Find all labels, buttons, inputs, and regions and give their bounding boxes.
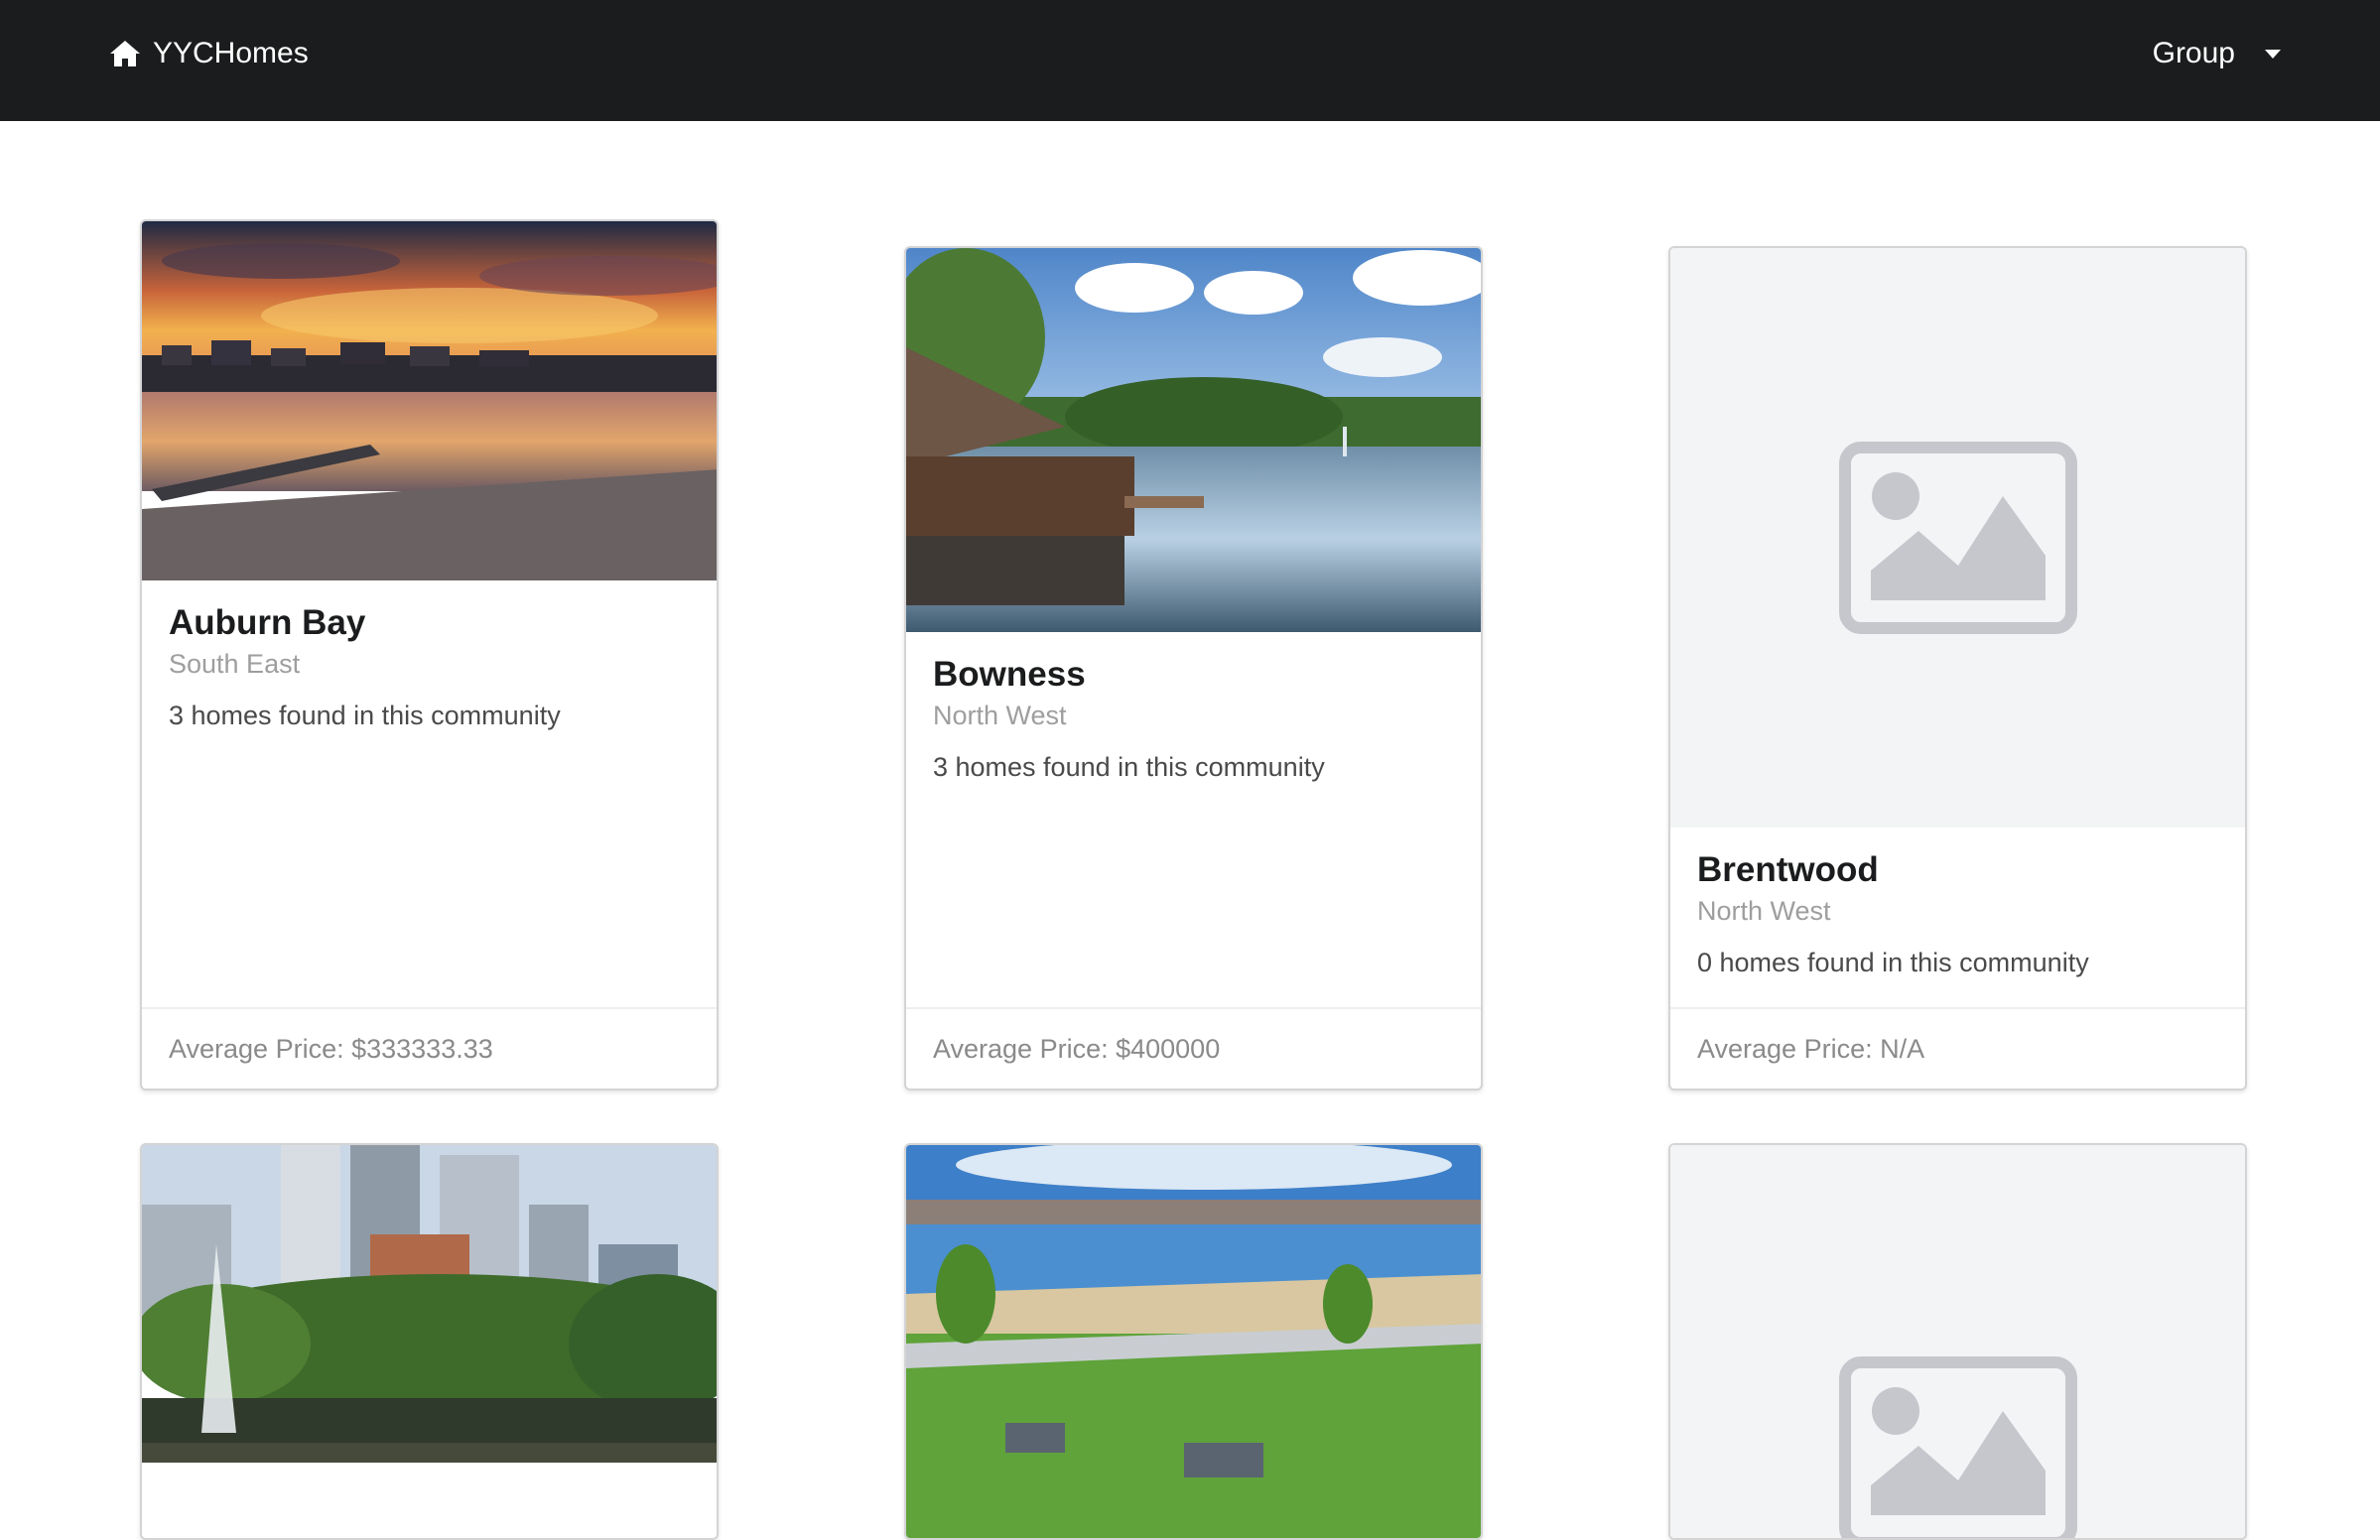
community-image — [142, 1145, 717, 1463]
lake-sunset-photo — [142, 221, 717, 580]
community-name: Brentwood — [1697, 850, 1879, 889]
community-card-5[interactable] — [904, 1143, 1483, 1540]
community-quadrant: North West — [1697, 896, 1831, 926]
average-price: Average Price: $400000 — [906, 1007, 1481, 1089]
community-image — [906, 248, 1481, 632]
community-card-4[interactable] — [140, 1143, 719, 1540]
community-homes-count: 0 homes found in this community — [1697, 948, 2089, 977]
image-placeholder-icon — [1838, 1356, 2077, 1538]
caret-down-icon — [2265, 49, 2281, 59]
community-card-brentwood[interactable]: Brentwood North West 0 homes found in th… — [1668, 246, 2247, 1091]
lagoon-pavilion-photo — [906, 248, 1481, 632]
community-card-bowness[interactable]: Bowness North West 3 homes found in this… — [904, 246, 1483, 1091]
brand-label: YYCHomes — [153, 37, 309, 69]
community-homes-count: 3 homes found in this community — [169, 701, 561, 730]
community-quadrant: South East — [169, 649, 301, 679]
community-quadrant: North West — [933, 701, 1067, 730]
group-dropdown[interactable]: Group — [2153, 34, 2281, 73]
community-image-placeholder — [1670, 1145, 2245, 1538]
downtown-fountain-photo — [142, 1145, 717, 1463]
brand-link[interactable]: YYCHomes — [109, 34, 309, 73]
community-image — [906, 1145, 1481, 1538]
average-price: Average Price: N/A — [1670, 1007, 2245, 1089]
image-placeholder-icon — [1838, 442, 2077, 634]
home-icon — [110, 41, 140, 66]
community-name: Auburn Bay — [169, 603, 366, 642]
community-card-auburn-bay[interactable]: Auburn Bay South East 3 homes found in t… — [140, 219, 719, 1091]
top-navbar: YYCHomes Group — [0, 0, 2380, 121]
lake-park-photo — [906, 1145, 1481, 1538]
community-card-6[interactable] — [1668, 1143, 2247, 1540]
average-price: Average Price: $333333.33 — [142, 1007, 717, 1089]
community-image-placeholder — [1670, 248, 2245, 828]
community-name: Bowness — [933, 655, 1086, 694]
community-image — [142, 221, 717, 580]
group-dropdown-label: Group — [2152, 37, 2235, 69]
community-homes-count: 3 homes found in this community — [933, 752, 1325, 782]
